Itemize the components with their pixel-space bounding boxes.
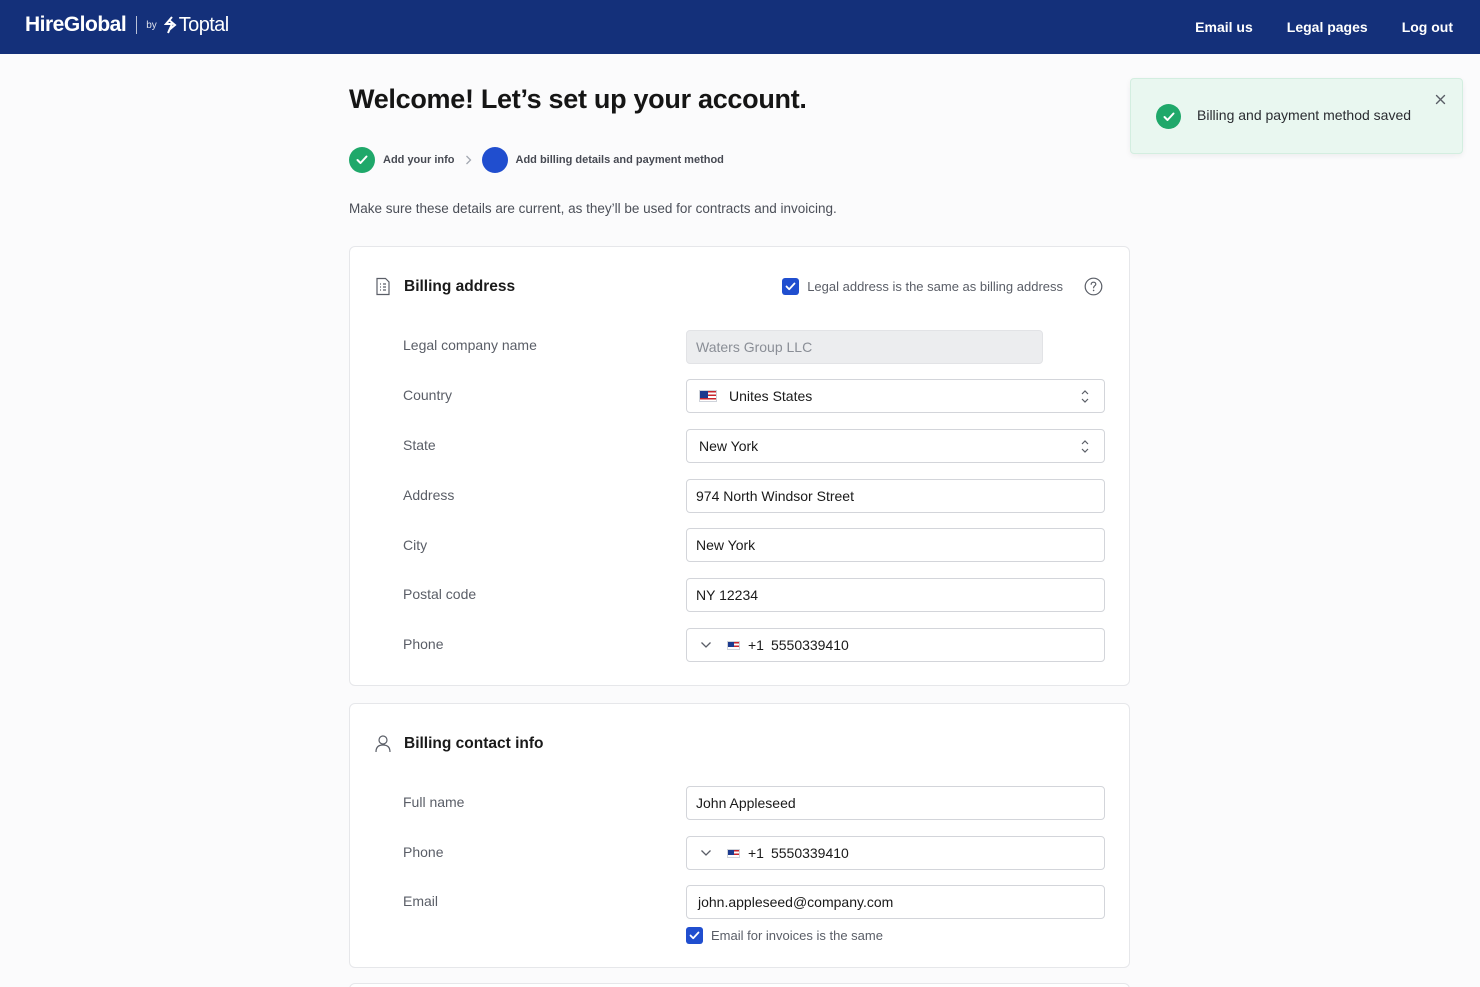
header-nav: Email us Legal pages Log out <box>1195 0 1453 54</box>
billing-contact-card: Billing contact info Full name John Appl… <box>349 703 1130 968</box>
phone-country-code: +1 <box>748 637 764 653</box>
success-check-icon <box>1156 104 1181 129</box>
page-subtitle: Make sure these details are current, as … <box>349 201 837 216</box>
help-circle-icon[interactable] <box>1084 277 1103 296</box>
billing-address-card: Billing address Legal address is the sam… <box>349 246 1130 686</box>
email-invoices-same-checkbox[interactable] <box>686 927 703 944</box>
contact-phone-input[interactable]: +1 5550339410 <box>686 836 1105 870</box>
chevron-right-icon <box>465 155 472 165</box>
check-icon <box>785 282 796 291</box>
full-name-value: John Appleseed <box>696 795 796 811</box>
address-label: Address <box>403 487 455 503</box>
country-select[interactable]: Unites States <box>686 379 1105 413</box>
us-flag-icon <box>727 848 740 858</box>
legal-pages-link[interactable]: Legal pages <box>1287 19 1368 35</box>
billing-contact-header: Billing contact info <box>374 734 544 753</box>
toptal-mark-icon <box>163 16 177 34</box>
state-value: New York <box>699 438 759 454</box>
close-icon[interactable] <box>1435 94 1446 105</box>
select-arrows-icon <box>1081 390 1089 403</box>
billing-address-header: Billing address <box>374 277 515 296</box>
brand-name: HireGlobal <box>25 13 127 36</box>
email-input[interactable]: john.appleseed@company.com <box>686 885 1105 919</box>
postal-code-input[interactable]: NY 12234 <box>686 578 1105 612</box>
step-active-indicator <box>481 147 508 173</box>
address-value: 974 North Windsor Street <box>696 488 854 504</box>
brand-by-text: by <box>146 19 157 31</box>
phone-input[interactable]: +1 5550339410 <box>686 628 1105 662</box>
full-name-input[interactable]: John Appleseed <box>686 786 1105 820</box>
us-flag-icon <box>699 390 717 402</box>
phone-value: 5550339410 <box>770 637 849 653</box>
next-section-card <box>349 983 1130 987</box>
company-name-value: Waters Group LLC <box>696 339 813 355</box>
contact-phone-value: 5550339410 <box>770 845 849 861</box>
email-us-link[interactable]: Email us <box>1195 19 1253 35</box>
user-icon <box>375 735 391 753</box>
country-value: Unites States <box>729 388 813 404</box>
step-complete-indicator <box>349 147 375 173</box>
legal-address-same-label[interactable]: Legal address is the same as billing add… <box>807 279 1063 294</box>
email-invoices-same-option: Email for invoices is the same <box>686 927 883 944</box>
email-invoices-same-label[interactable]: Email for invoices is the same <box>711 928 883 943</box>
toptal-logo: Toptal <box>163 13 229 37</box>
legal-address-same-option: Legal address is the same as billing add… <box>782 277 1103 296</box>
page-title: Welcome! Let’s set up your account. <box>349 84 807 114</box>
phone-label: Phone <box>403 636 444 652</box>
postal-code-label: Postal code <box>403 586 477 602</box>
billing-contact-title: Billing contact info <box>404 734 544 752</box>
city-value: New York <box>696 537 756 553</box>
select-arrows-icon <box>1081 440 1089 453</box>
state-select[interactable]: New York <box>686 429 1105 463</box>
state-label: State <box>403 437 436 453</box>
success-toast: Billing and payment method saved <box>1130 78 1463 154</box>
chevron-down-icon[interactable] <box>700 641 712 649</box>
address-input[interactable]: 974 North Windsor Street <box>686 479 1105 513</box>
full-name-label: Full name <box>403 794 465 810</box>
legal-address-same-checkbox[interactable] <box>782 278 800 295</box>
company-name-label: Legal company name <box>403 337 537 353</box>
email-value: john.appleseed@company.com <box>698 894 894 910</box>
top-nav-bar: HireGlobal by Toptal Email us Legal page… <box>0 0 1480 54</box>
toast-message: Billing and payment method saved <box>1197 107 1412 123</box>
progress-stepper: Add your info Add billing details and pa… <box>349 147 724 173</box>
email-label: Email <box>403 893 439 909</box>
step-label-add-info[interactable]: Add your info <box>383 154 455 166</box>
us-flag-icon <box>727 640 740 650</box>
check-icon <box>356 155 368 164</box>
billing-address-title: Billing address <box>404 277 516 295</box>
document-icon <box>376 277 390 296</box>
brand-logo[interactable]: HireGlobal by Toptal <box>25 12 229 38</box>
city-label: City <box>403 537 428 553</box>
company-name-field: Waters Group LLC <box>686 330 1043 364</box>
chevron-down-icon[interactable] <box>700 849 712 857</box>
step-label-billing: Add billing details and payment method <box>515 154 724 166</box>
brand-divider <box>136 16 138 34</box>
postal-code-value: NY 12234 <box>696 587 759 603</box>
check-icon <box>689 931 700 940</box>
contact-phone-label: Phone <box>403 844 444 860</box>
city-input[interactable]: New York <box>686 528 1105 562</box>
brand-partner: Toptal <box>178 13 229 36</box>
log-out-link[interactable]: Log out <box>1402 19 1453 35</box>
country-label: Country <box>403 387 453 403</box>
contact-phone-country-code: +1 <box>748 845 764 861</box>
